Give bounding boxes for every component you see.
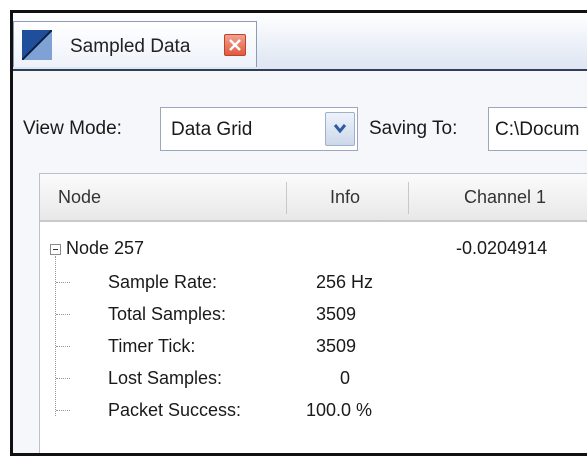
tree-item-info: 100.0 % [306, 400, 373, 420]
saving-to-label: Saving To: [369, 118, 458, 139]
column-header-node[interactable]: Node [58, 187, 101, 208]
tab-bar: Sampled Data [13, 13, 587, 71]
tree-item-info: 256 Hz [316, 272, 374, 292]
column-header-channel-1[interactable]: Channel 1 [464, 187, 546, 208]
chart-icon [21, 29, 53, 61]
column-divider[interactable] [286, 182, 287, 214]
close-icon[interactable] [224, 34, 246, 56]
tree-item-label: Timer Tick: [108, 336, 196, 356]
toolbar: View Mode: Data Grid Saving To: C:\Docum [13, 71, 587, 161]
data-grid: Node Info Channel 1 Node 257 -0.0204914 … [39, 173, 587, 453]
view-mode-label: View Mode: [23, 118, 122, 139]
tree-line [56, 282, 70, 283]
channel-1-value: -0.0204914 [456, 238, 548, 258]
tree-line [56, 378, 70, 379]
tab-title: Sampled Data [70, 36, 191, 57]
column-header-info[interactable]: Info [330, 187, 360, 208]
chevron-down-icon[interactable] [325, 112, 355, 146]
column-divider[interactable] [408, 182, 409, 214]
tree-item-info: 0 [340, 368, 351, 388]
sampled-data-window: Sampled Data View Mode: Data Grid Saving… [10, 10, 587, 456]
tree-item-label: Packet Success: [108, 400, 242, 420]
tree-line [55, 256, 56, 416]
saving-to-field[interactable]: C:\Docum [488, 107, 587, 151]
view-mode-select[interactable]: Data Grid [160, 107, 358, 151]
grid-header: Node Info Channel 1 [40, 174, 587, 222]
tree-line [56, 346, 70, 347]
tree-item-info: 3509 [316, 336, 357, 356]
node-name[interactable]: Node 257 [66, 238, 144, 259]
tree-item-label: Lost Samples: [108, 368, 223, 388]
view-mode-value: Data Grid [171, 119, 253, 140]
tree-item-label: Sample Rate: [108, 272, 218, 292]
tree-item-info: 3509 [316, 304, 357, 324]
tree-line [56, 314, 70, 315]
saving-to-value: C:\Docum [495, 119, 580, 140]
collapse-toggle[interactable] [50, 244, 61, 255]
tab-sampled-data[interactable]: Sampled Data [13, 21, 257, 67]
tree-item-label: Total Samples: [108, 304, 227, 324]
tree-line [56, 410, 70, 411]
